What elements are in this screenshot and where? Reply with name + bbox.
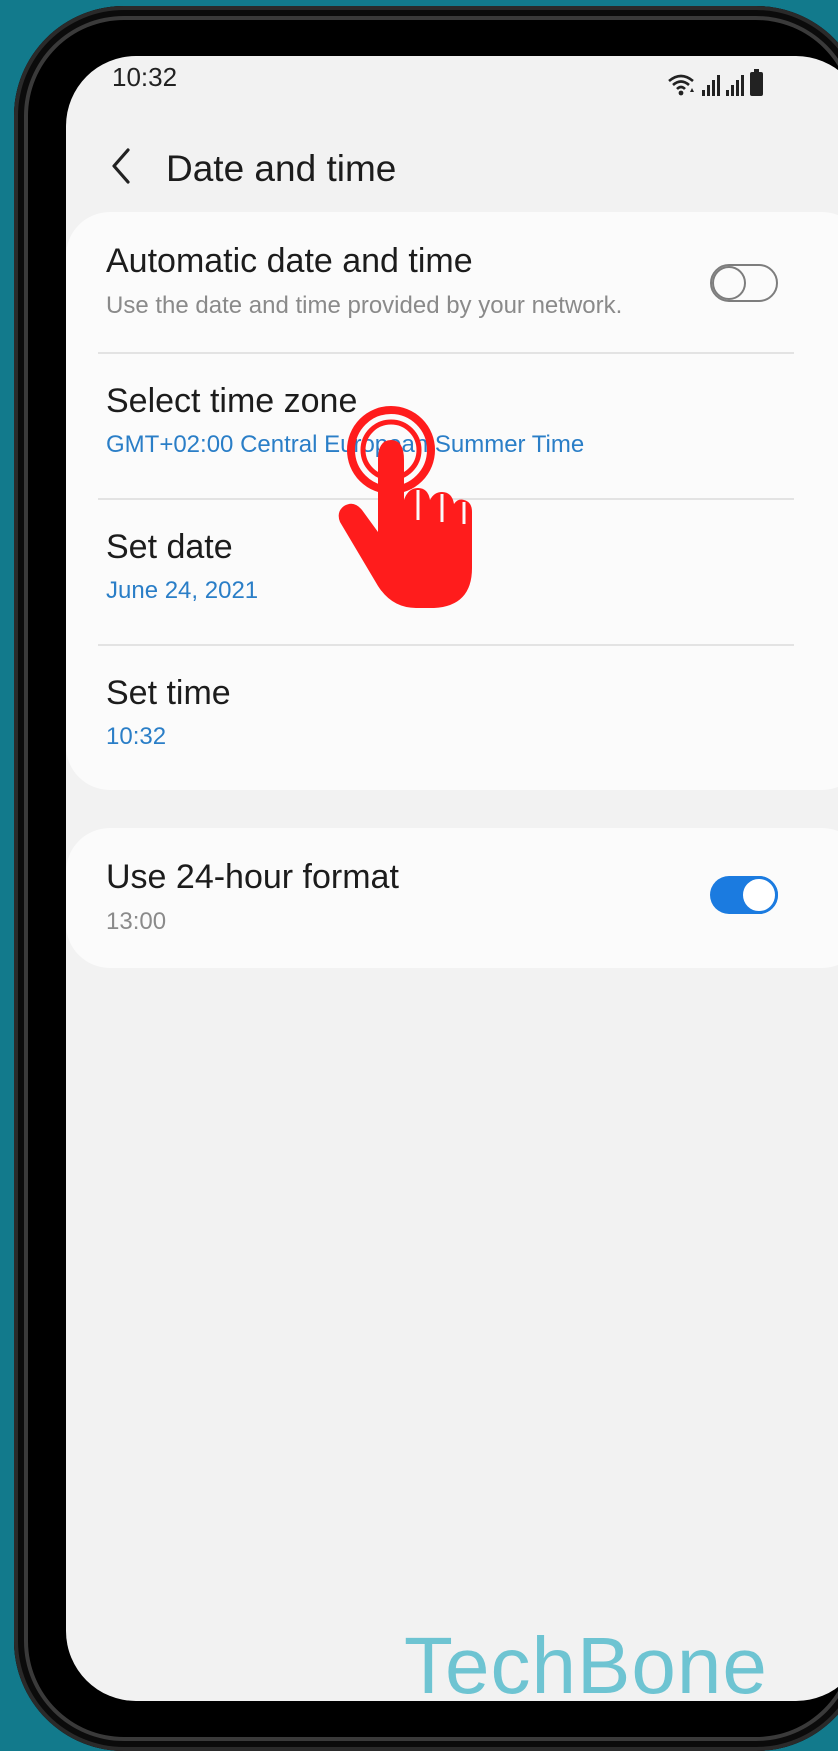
hour-format-title: Use 24-hour format bbox=[106, 858, 399, 896]
set-time-title: Set time bbox=[106, 674, 231, 712]
page-title: Date and time bbox=[166, 148, 397, 189]
status-bar: 10:32 bbox=[66, 56, 838, 102]
use-24-hour-format-row[interactable]: Use 24-hour format 13:00 bbox=[66, 828, 838, 968]
hour-format-value: 13:00 bbox=[106, 908, 167, 935]
automatic-date-time-row[interactable]: Automatic date and time Use the date and… bbox=[66, 212, 838, 352]
set-date-title: Set date bbox=[106, 528, 233, 566]
toggle-knob bbox=[740, 876, 778, 914]
hour-format-toggle[interactable] bbox=[710, 876, 778, 914]
set-time-value: 10:32 bbox=[106, 723, 167, 750]
wifi-icon bbox=[668, 74, 694, 96]
hour-format-card: Use 24-hour format 13:00 bbox=[66, 828, 838, 968]
set-date-value: June 24, 2021 bbox=[106, 577, 259, 604]
signal-icon bbox=[702, 74, 720, 96]
phone-frame: 10:32 Date and time Automatic date and t… bbox=[14, 6, 838, 1751]
chevron-left-icon[interactable] bbox=[104, 146, 138, 186]
status-icons bbox=[666, 60, 763, 96]
set-time-row[interactable]: Set time 10:32 bbox=[66, 646, 838, 790]
battery-icon bbox=[750, 69, 763, 96]
app-header: Date and time bbox=[66, 126, 838, 206]
signal-icon bbox=[726, 74, 744, 96]
toggle-knob bbox=[712, 266, 746, 300]
automatic-date-time-title: Automatic date and time bbox=[106, 242, 473, 280]
tap-hand-icon bbox=[338, 406, 472, 608]
time-zone-title: Select time zone bbox=[106, 382, 358, 420]
phone-screen: 10:32 Date and time Automatic date and t… bbox=[66, 56, 838, 1701]
status-time: 10:32 bbox=[112, 62, 178, 92]
automatic-date-time-toggle[interactable] bbox=[710, 264, 778, 302]
techbone-watermark: TechBone bbox=[404, 1621, 768, 1710]
automatic-date-time-subtitle: Use the date and time provided by your n… bbox=[106, 292, 623, 319]
